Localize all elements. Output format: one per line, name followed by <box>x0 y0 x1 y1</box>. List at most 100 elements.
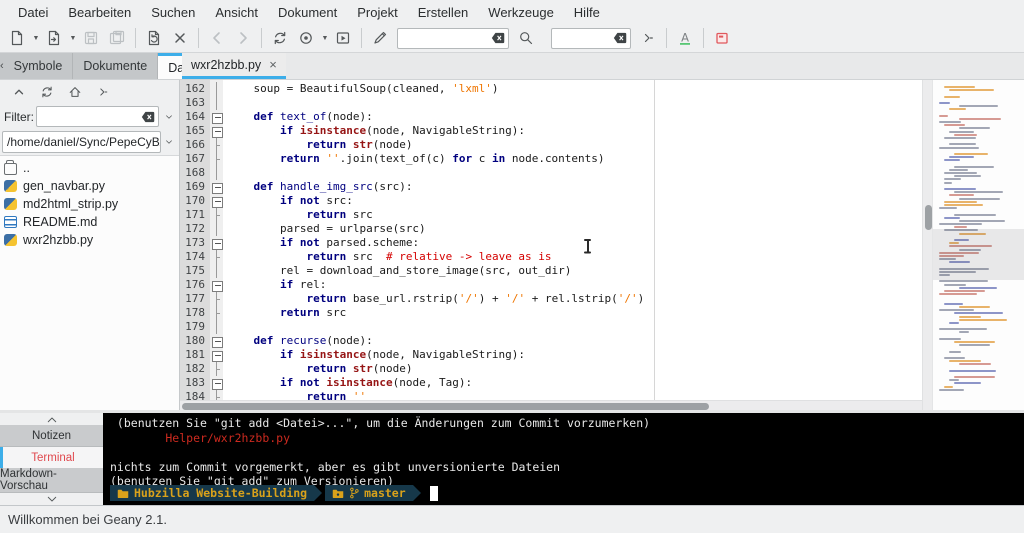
choose-font-button[interactable]: A <box>673 26 697 50</box>
code-line[interactable]: 172 parsed = urlparse(src) <box>180 222 922 236</box>
message-tab-terminal[interactable]: Terminal <box>0 447 103 468</box>
filter-dropdown-icon[interactable] <box>161 106 177 127</box>
fold-marker-icon[interactable] <box>210 180 223 194</box>
line-number: 178 <box>185 306 205 319</box>
editor-pane[interactable]: 162 soup = BeautifulSoup(cleaned, 'lxml'… <box>180 80 922 410</box>
compile-button[interactable] <box>268 26 292 50</box>
clear-filter-icon[interactable] <box>141 111 155 123</box>
code-line[interactable]: 183 if not isinstance(node, Tag): <box>180 376 922 390</box>
folder-icon <box>4 160 17 175</box>
code-line[interactable]: 179 <box>180 320 922 334</box>
menu-projekt[interactable]: Projekt <box>347 2 407 23</box>
code-line[interactable]: 163 <box>180 96 922 110</box>
menu-werkzeuge[interactable]: Werkzeuge <box>478 2 564 23</box>
quit-button[interactable] <box>710 26 734 50</box>
file-item[interactable]: md2html_strip.py <box>4 195 179 213</box>
menu-suchen[interactable]: Suchen <box>141 2 205 23</box>
code-line[interactable]: 173 if not parsed.scheme: <box>180 236 922 250</box>
home-icon[interactable] <box>68 85 82 99</box>
code-line[interactable]: 168 <box>180 166 922 180</box>
filter-input[interactable] <box>36 106 159 127</box>
clear-search-icon[interactable] <box>491 32 505 44</box>
sidebar-tab-symbole[interactable]: Symbole <box>3 53 74 79</box>
close-document-button[interactable] <box>168 26 192 50</box>
build-button[interactable] <box>294 26 318 50</box>
code-line[interactable]: 174 return src # relative -> leave as is <box>180 250 922 264</box>
run-button[interactable] <box>331 26 355 50</box>
fold-marker-icon[interactable] <box>210 376 223 390</box>
code-area[interactable]: 162 soup = BeautifulSoup(cleaned, 'lxml'… <box>180 80 922 400</box>
refresh-icon[interactable] <box>40 85 54 99</box>
vertical-scrollbar[interactable] <box>922 80 932 410</box>
new-document-button[interactable] <box>5 26 29 50</box>
build-dropdown[interactable]: ▼ <box>320 35 330 42</box>
fold-marker-icon[interactable] <box>210 334 223 348</box>
code-line[interactable]: 175 rel = download_and_store_image(src, … <box>180 264 922 278</box>
menu-hilfe[interactable]: Hilfe <box>564 2 610 23</box>
path-dropdown-icon[interactable] <box>161 132 177 153</box>
code-line[interactable]: 177 return base_url.rstrip('/') + '/' + … <box>180 292 922 306</box>
file-item[interactable]: wxr2hzbb.py <box>4 231 179 249</box>
navigate-forward-button[interactable] <box>231 26 255 50</box>
open-document-dropdown[interactable]: ▼ <box>68 35 78 42</box>
tabs-scroll-down-icon[interactable] <box>0 493 103 505</box>
fold-marker-icon[interactable] <box>210 124 223 138</box>
code-line[interactable]: 171 return src <box>180 208 922 222</box>
fold-marker-icon[interactable] <box>210 348 223 362</box>
horizontal-scrollbar[interactable] <box>180 400 922 410</box>
code-line[interactable]: 182 return str(node) <box>180 362 922 376</box>
code-line[interactable]: 165 if isinstance(node, NavigableString)… <box>180 124 922 138</box>
menu-datei[interactable]: Datei <box>8 2 58 23</box>
fold-marker-icon[interactable] <box>210 110 223 124</box>
code-line[interactable]: 184 return '' <box>180 390 922 400</box>
minimap-line <box>959 363 991 366</box>
menu-erstellen[interactable]: Erstellen <box>408 2 479 23</box>
document-tab[interactable]: wxr2hzbb.py × <box>182 53 286 79</box>
goto-line-button[interactable] <box>636 26 660 50</box>
navigate-back-button[interactable] <box>205 26 229 50</box>
message-tab-notizen[interactable]: Notizen <box>0 425 103 447</box>
code-line[interactable]: 162 soup = BeautifulSoup(cleaned, 'lxml'… <box>180 82 922 96</box>
code-line[interactable]: 167 return ''.join(text_of(c) for c in n… <box>180 152 922 166</box>
path-input[interactable]: /home/daniel/Sync/PepeCyB/F <box>2 131 161 153</box>
code-line[interactable]: 180 def recurse(node): <box>180 334 922 348</box>
code-line[interactable]: 166 return str(node) <box>180 138 922 152</box>
code-line[interactable]: 164 def text_of(node): <box>180 110 922 124</box>
tabs-scroll-up-icon[interactable] <box>0 413 103 425</box>
open-document-button[interactable] <box>42 26 66 50</box>
follow-path-icon[interactable] <box>96 85 110 99</box>
fold-marker-icon[interactable] <box>210 278 223 292</box>
minimap-viewport[interactable] <box>933 228 1024 280</box>
code-line[interactable]: 176 if rel: <box>180 278 922 292</box>
clear-goto-icon[interactable] <box>613 32 627 44</box>
color-chooser-button[interactable] <box>368 26 392 50</box>
vertical-scrollbar-thumb[interactable] <box>924 205 932 231</box>
minimap[interactable] <box>932 80 1024 410</box>
menu-dokument[interactable]: Dokument <box>268 2 347 23</box>
up-directory-icon[interactable] <box>12 85 26 99</box>
terminal[interactable]: (benutzen Sie "git add <Datei>...", um d… <box>103 413 1024 505</box>
code-line[interactable]: 170 if not src: <box>180 194 922 208</box>
code-line[interactable]: 178 return src <box>180 306 922 320</box>
code-line[interactable]: 169 def handle_img_src(src): <box>180 180 922 194</box>
save-all-button[interactable] <box>105 26 129 50</box>
fold-marker-icon[interactable] <box>210 236 223 250</box>
horizontal-scrollbar-thumb[interactable] <box>182 402 709 410</box>
fold-marker-icon[interactable] <box>210 194 223 208</box>
search-button[interactable] <box>514 26 538 50</box>
search-input[interactable] <box>397 27 509 49</box>
new-document-dropdown[interactable]: ▼ <box>31 35 41 42</box>
sidebar-tab-dokumente[interactable]: Dokumente <box>73 53 159 79</box>
quit-icon <box>716 32 728 44</box>
message-tab-markdown-vorschau[interactable]: Markdown-Vorschau <box>0 468 103 493</box>
tab-close-icon[interactable]: × <box>269 57 277 72</box>
code-line[interactable]: 181 if isinstance(node, NavigableString)… <box>180 348 922 362</box>
menu-ansicht[interactable]: Ansicht <box>205 2 268 23</box>
file-item[interactable]: gen_navbar.py <box>4 177 179 195</box>
save-button[interactable] <box>79 26 103 50</box>
menu-bearbeiten[interactable]: Bearbeiten <box>58 2 141 23</box>
file-item[interactable]: .. <box>4 159 179 177</box>
revert-document-button[interactable] <box>142 26 166 50</box>
file-item[interactable]: README.md <box>4 213 179 231</box>
goto-line-input[interactable] <box>551 27 631 49</box>
